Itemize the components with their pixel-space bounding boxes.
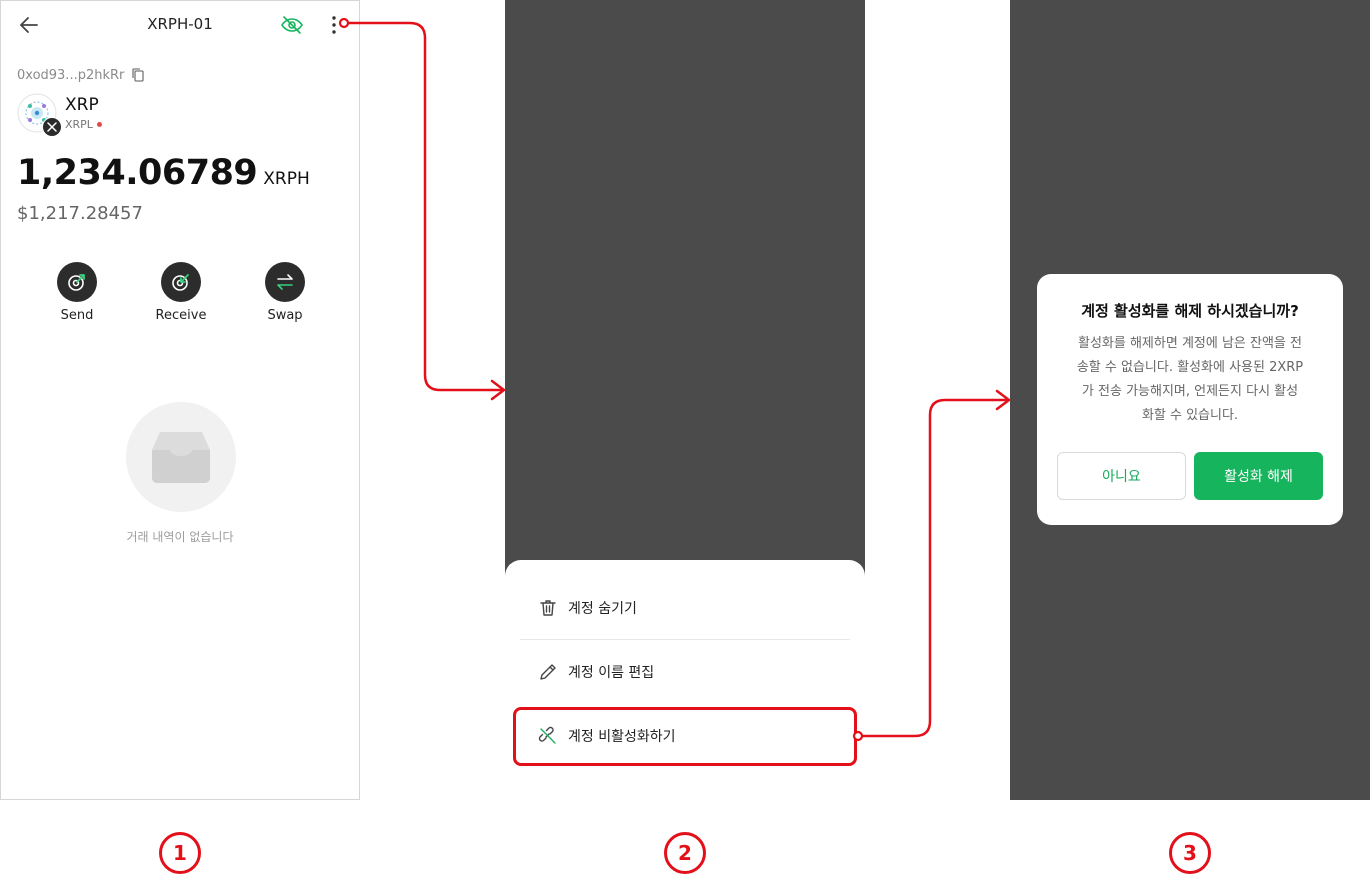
wallet-address: 0xod93...p2hkRr [17, 67, 125, 83]
receive-label: Receive [155, 308, 207, 323]
copy-icon[interactable] [130, 67, 146, 83]
annotation-highlight-box [513, 707, 857, 766]
arrow-1-to-2 [345, 21, 506, 401]
chain-name: XRPL [65, 118, 93, 131]
xrp-token-logo [17, 93, 62, 137]
wallet-detail-screen: XRPH-01 0xod93...p2hkRr XRP XRPL 1,234.0… [0, 0, 360, 800]
xrpl-chain-badge-icon [42, 117, 62, 137]
deactivate-confirm-screen: 계정 활성화를 해제 하시겠습니까? 활성화를 해제하면 계정에 남은 잔액을 … [1010, 0, 1370, 800]
send-icon [57, 262, 97, 302]
divider [520, 639, 850, 640]
dialog-message-line: 화할 수 있습니다. [1141, 408, 1239, 423]
trash-icon [540, 600, 556, 616]
swap-button[interactable]: Swap [245, 262, 325, 323]
confirm-deactivate-button[interactable]: 활성화 해제 [1194, 452, 1323, 500]
receive-icon [161, 262, 201, 302]
hide-eye-icon[interactable] [280, 13, 304, 37]
token-unit: XRPH [263, 169, 310, 189]
dialog-message-line: 가 전송 가능해지며, 언제든지 다시 활성 [1081, 384, 1299, 399]
menu-item-label: 계정 이름 편집 [568, 665, 655, 681]
step-number-1: 1 [159, 832, 201, 874]
dialog-message: 활성화를 해제하면 계정에 남은 잔액을 전 송할 수 없습니다. 활성화에 사… [1057, 332, 1323, 428]
dialog-message-line: 활성화를 해제하면 계정에 남은 잔액을 전 [1078, 336, 1302, 351]
step-number-3: 3 [1169, 832, 1211, 874]
menu-item-label: 계정 숨기기 [568, 601, 637, 617]
swap-label: Swap [267, 308, 303, 323]
asset-info: XRP XRPL [65, 93, 102, 133]
top-bar: XRPH-01 [1, 1, 359, 49]
send-label: Send [60, 308, 94, 323]
step-number-2: 2 [664, 832, 706, 874]
confirm-dialog: 계정 활성화를 해제 하시겠습니까? 활성화를 해제하면 계정에 남은 잔액을 … [1037, 274, 1343, 525]
fiat-balance: $1,217.28457 [17, 203, 143, 224]
account-menu-screen: 계정 숨기기 계정 이름 편집 계정 비활성화하기 [505, 0, 865, 800]
status-dot [96, 122, 102, 127]
cancel-button[interactable]: 아니요 [1057, 452, 1186, 500]
dialog-title: 계정 활성화를 해제 하시겠습니까? [1081, 302, 1299, 320]
menu-item-hide-account[interactable]: 계정 숨기기 [520, 578, 850, 638]
inbox-icon [152, 432, 210, 483]
dialog-message-line: 송할 수 없습니다. 활성화에 사용된 2XRP [1076, 360, 1304, 375]
chain-label: XRPL [65, 118, 102, 131]
menu-item-edit-name[interactable]: 계정 이름 편집 [520, 642, 850, 702]
balance-row: 1,234.06789 XRPH [17, 153, 310, 193]
asset-header: XRP XRPL [17, 93, 102, 137]
empty-state-text: 거래 내역이 없습니다 [126, 530, 234, 544]
address-row: 0xod93...p2hkRr [17, 67, 146, 83]
page-title: XRPH-01 [147, 15, 213, 33]
token-balance: 1,234.06789 [17, 153, 258, 193]
empty-state-illustration [126, 402, 236, 512]
pencil-icon [540, 664, 556, 680]
send-button[interactable]: Send [37, 262, 117, 323]
arrow-2-to-3 [859, 389, 1011, 738]
receive-button[interactable]: Receive [141, 262, 221, 323]
swap-icon [265, 262, 305, 302]
asset-name: XRP [65, 95, 99, 115]
more-menu-icon[interactable] [322, 13, 346, 37]
